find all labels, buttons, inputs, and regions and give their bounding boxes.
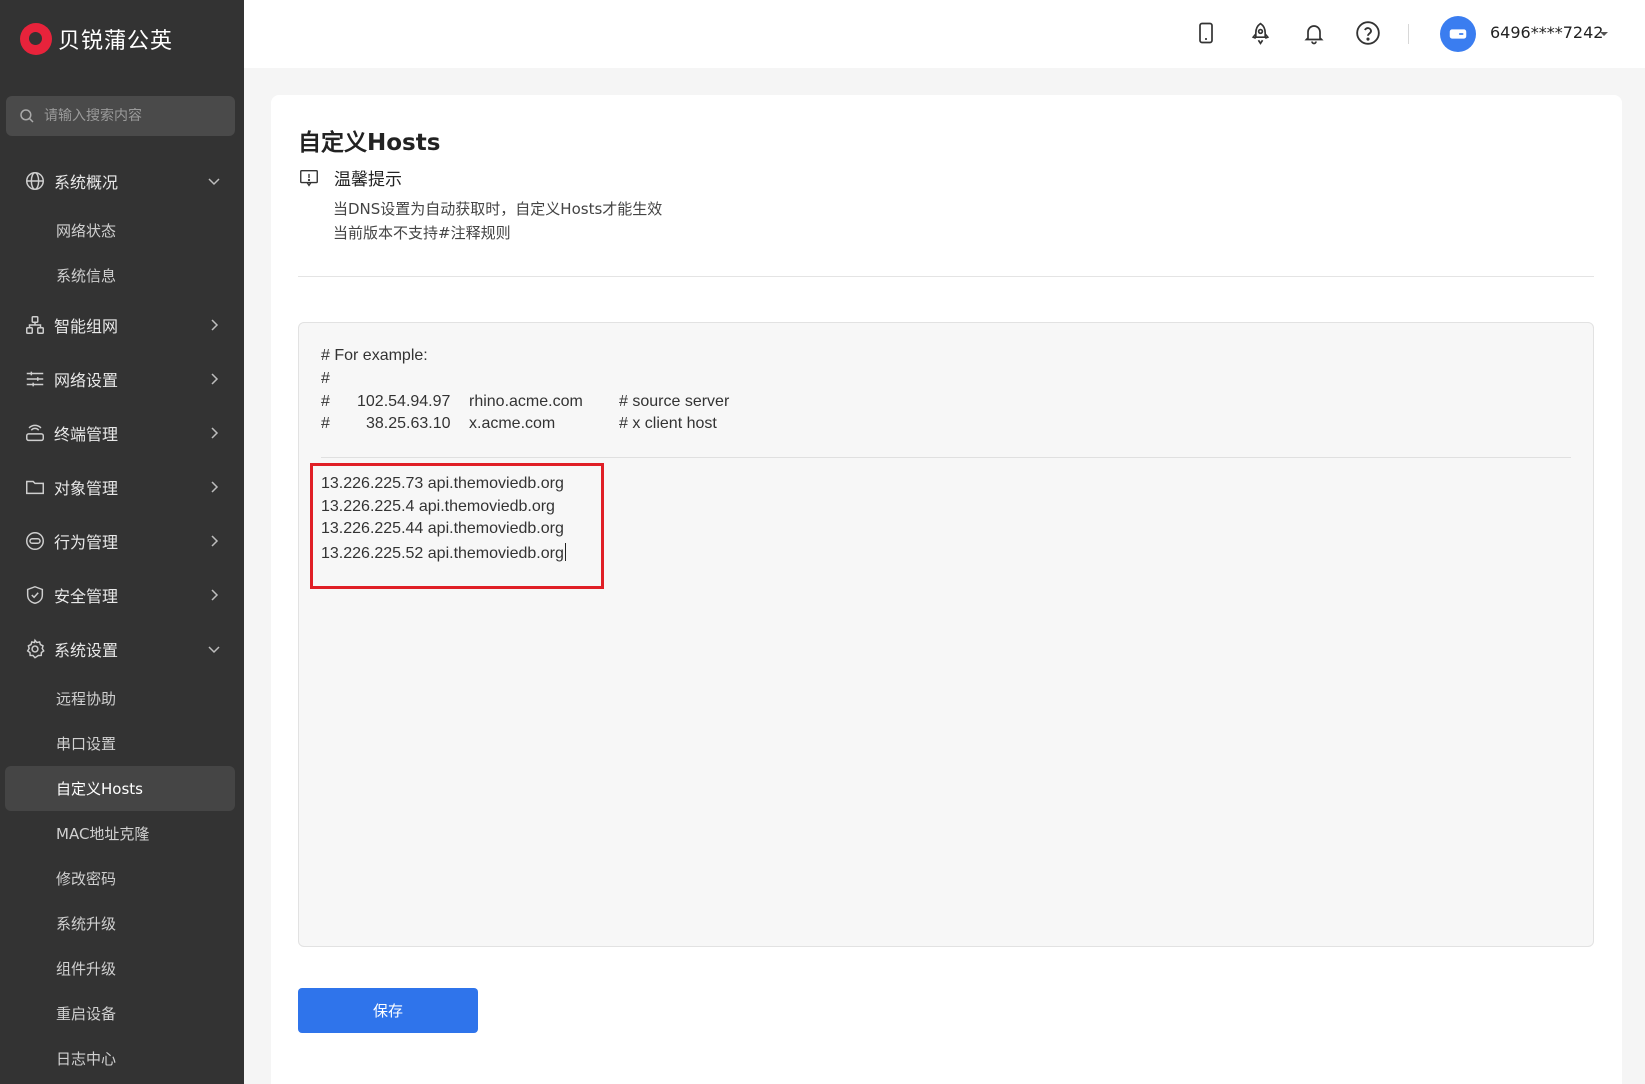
example-host: x.acme.com xyxy=(469,415,556,432)
search-icon xyxy=(20,109,34,123)
sidebar-item-component-upgrade[interactable]: 组件升级 xyxy=(0,946,244,991)
phone-icon[interactable] xyxy=(1192,19,1220,47)
sidebar-item-system-info[interactable]: 系统信息 xyxy=(0,253,244,298)
chevron-down-icon xyxy=(208,178,220,186)
sidebar-group-overview[interactable]: 系统概况 xyxy=(0,154,244,208)
sidebar-item-custom-hosts[interactable]: 自定义Hosts xyxy=(5,766,235,811)
sidebar-group-security-management[interactable]: 安全管理 xyxy=(0,568,244,622)
tip-line: 当DNS设置为自动获取时，自定义Hosts才能生效 xyxy=(333,200,663,218)
sidebar-group-object-management[interactable]: 对象管理 xyxy=(0,460,244,514)
sidebar-group-label: 智能组网 xyxy=(54,317,119,336)
shield-icon xyxy=(26,585,44,605)
example-hash: # xyxy=(321,393,330,410)
brand-name: 贝锐蒲公英 xyxy=(58,29,174,54)
info-icon xyxy=(300,169,318,187)
sidebar-item-remote-assist[interactable]: 远程协助 xyxy=(0,676,244,721)
host-entry: 13.226.225.4 api.themoviedb.org xyxy=(321,498,555,515)
avatar[interactable] xyxy=(1440,16,1476,52)
help-icon[interactable] xyxy=(1354,19,1382,47)
caret-down-icon[interactable] xyxy=(1598,28,1610,40)
tip-title: 温馨提示 xyxy=(334,170,402,190)
sidebar-group-label: 终端管理 xyxy=(54,425,119,444)
globe-icon xyxy=(26,172,44,190)
chevron-down-icon xyxy=(208,646,220,654)
search-input[interactable] xyxy=(44,108,224,124)
network-icon xyxy=(26,316,44,334)
host-entry-last: 13.226.225.52 api.themoviedb.org xyxy=(321,543,566,563)
sidebar-group-label: 对象管理 xyxy=(54,479,119,498)
topbar-divider xyxy=(1408,24,1409,44)
device-icon xyxy=(1449,29,1467,39)
host-entry: 13.226.225.44 api.themoviedb.org xyxy=(321,520,564,537)
sidebar-item-log-center[interactable]: 日志中心 xyxy=(0,1036,244,1081)
sidebar-item-change-password[interactable]: 修改密码 xyxy=(0,856,244,901)
sidebar-item-system-upgrade[interactable]: 系统升级 xyxy=(0,901,244,946)
top-bar: 6496****7242 xyxy=(244,0,1645,68)
link-icon xyxy=(26,532,44,550)
chevron-right-icon xyxy=(211,589,219,601)
sidebar-group-label: 安全管理 xyxy=(54,587,119,606)
sidebar-item-network-status[interactable]: 网络状态 xyxy=(0,208,244,253)
sidebar-group-smart-network[interactable]: 智能组网 xyxy=(0,298,244,352)
main-card: 自定义Hosts 温馨提示 当DNS设置为自动获取时，自定义Hosts才能生效 … xyxy=(271,95,1622,1084)
page-title: 自定义Hosts xyxy=(298,130,441,156)
sidebar: 贝锐蒲公英 系统概况 网络状态 系统信息 智能组网 网络设置 xyxy=(0,0,244,1084)
sidebar-item-mac-clone[interactable]: MAC地址克隆 xyxy=(0,811,244,856)
chevron-right-icon xyxy=(211,373,219,385)
sidebar-group-label: 系统设置 xyxy=(54,641,119,660)
bell-icon[interactable] xyxy=(1300,19,1328,47)
example-ip: 38.25.63.10 xyxy=(366,415,451,432)
gear-icon xyxy=(26,638,45,659)
sidebar-item-serial-settings[interactable]: 串口设置 xyxy=(0,721,244,766)
tip-header: 温馨提示 xyxy=(298,165,402,190)
chevron-right-icon xyxy=(211,427,219,439)
router-icon xyxy=(26,424,44,442)
chevron-right-icon xyxy=(211,535,219,547)
section-divider xyxy=(298,276,1594,277)
hosts-textarea[interactable]: # For example: # # 102.54.94.97 rhino.ac… xyxy=(298,322,1594,947)
chevron-right-icon xyxy=(211,481,219,493)
chevron-right-icon xyxy=(211,319,219,331)
host-entry: 13.226.225.73 api.themoviedb.org xyxy=(321,475,564,492)
sidebar-item-reboot[interactable]: 重启设备 xyxy=(0,991,244,1036)
sidebar-group-network-settings[interactable]: 网络设置 xyxy=(0,352,244,406)
save-button[interactable]: 保存 xyxy=(298,988,478,1033)
example-comment: # x client host xyxy=(619,415,717,432)
sliders-icon xyxy=(26,371,44,387)
example-header: # For example: xyxy=(321,347,428,364)
search-box xyxy=(6,96,235,136)
brand-logo-icon xyxy=(20,23,52,55)
example-divider xyxy=(321,457,1571,458)
example-hash: # xyxy=(321,415,330,432)
tip-line: 当前版本不支持#注释规则 xyxy=(333,224,511,242)
sidebar-group-label: 网络设置 xyxy=(54,371,119,390)
example-blank: # xyxy=(321,370,330,387)
sidebar-group-terminal-management[interactable]: 终端管理 xyxy=(0,406,244,460)
folder-icon xyxy=(26,480,44,495)
username[interactable]: 6496****7242 xyxy=(1490,23,1603,42)
host-entry-text: 13.226.225.52 api.themoviedb.org xyxy=(321,545,564,562)
sidebar-group-label: 系统概况 xyxy=(54,173,119,192)
example-comment: # source server xyxy=(619,393,730,410)
rocket-icon[interactable] xyxy=(1246,19,1274,47)
sidebar-group-system-settings[interactable]: 系统设置 xyxy=(0,622,244,676)
example-host: rhino.acme.com xyxy=(469,393,583,410)
text-cursor xyxy=(564,543,566,561)
sidebar-group-label: 行为管理 xyxy=(54,533,119,552)
brand[interactable]: 贝锐蒲公英 xyxy=(0,0,244,78)
example-ip: 102.54.94.97 xyxy=(357,393,451,410)
sidebar-group-behavior-management[interactable]: 行为管理 xyxy=(0,514,244,568)
